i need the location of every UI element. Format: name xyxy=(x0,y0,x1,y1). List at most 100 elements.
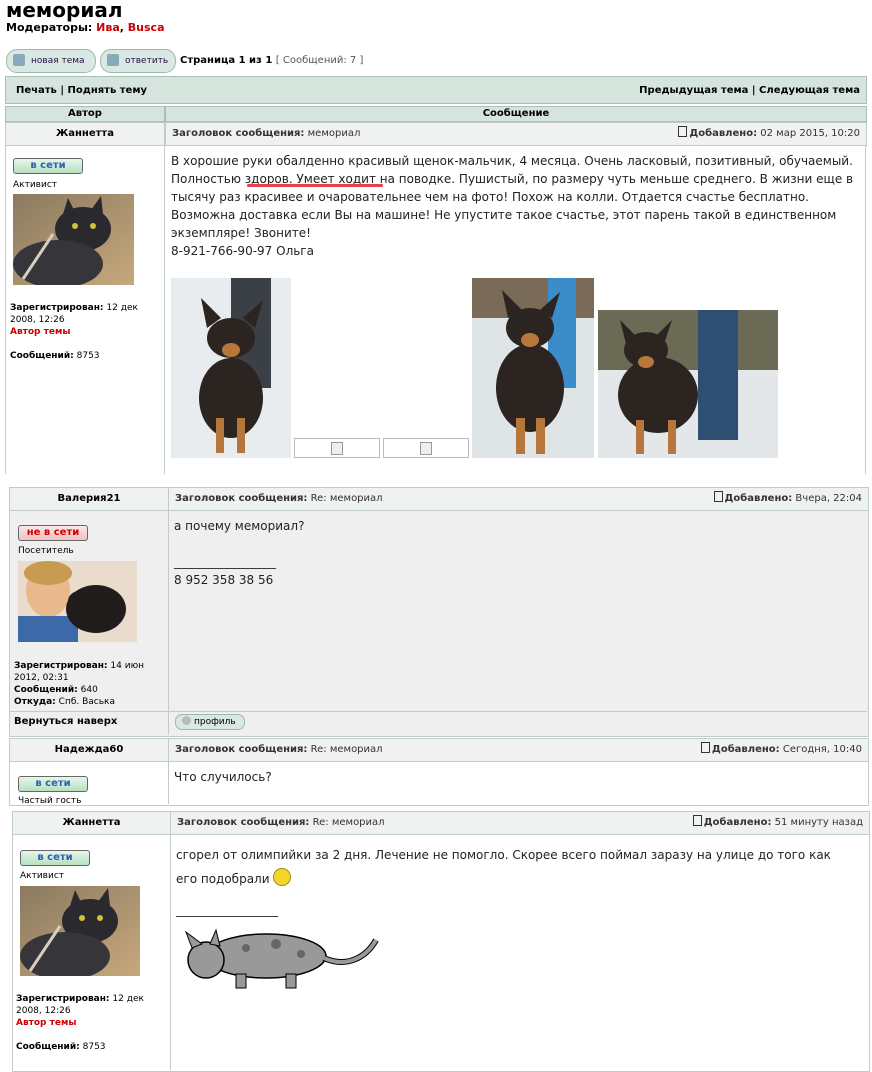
post-date: Добавлено: Сегодня, 10:40 xyxy=(700,739,862,761)
subject-value: Re: мемориал xyxy=(310,744,383,755)
profile-label: профиль xyxy=(194,717,236,727)
prev-topic-link[interactable]: Предыдущая тема xyxy=(639,85,748,96)
user-rank: Активист xyxy=(13,180,58,190)
user-rank: Активист xyxy=(20,871,65,881)
broken-image-2[interactable] xyxy=(383,438,469,458)
post-subject: Заголовок сообщения: Re: мемориал xyxy=(171,817,385,828)
pagination-info: Страница 1 из 1 [ Сообщений: 7 ] xyxy=(180,55,363,66)
user-meta: Зарегистрирован: 12 дек 2008, 12:26 Авто… xyxy=(10,302,160,362)
user-meta: Зарегистрирован: 14 июн 2012, 02:31 Сооб… xyxy=(14,660,164,708)
column-author: Автор xyxy=(5,106,165,122)
post-text: В хорошие руки обалденно красивый щенок-… xyxy=(171,154,854,240)
signature-line: _________________ xyxy=(174,555,276,569)
messages-value: 640 xyxy=(80,685,98,695)
topic-actions-bar: Печать | Поднять тему Предыдущая тема | … xyxy=(5,76,867,104)
subject-value: мемориал xyxy=(307,128,361,139)
avatar xyxy=(20,886,140,980)
dog-photo-2[interactable] xyxy=(472,278,594,458)
date-value: Вчера, 22:04 xyxy=(795,493,862,504)
post-header: Заголовок сообщения: мемориал Добавлено:… xyxy=(165,122,867,146)
post-date: Добавлено: Вчера, 22:04 xyxy=(713,488,862,510)
moderator-sep: , xyxy=(119,21,124,34)
subject-label: Заголовок сообщения: xyxy=(175,744,308,755)
separator: | xyxy=(60,85,65,96)
post-author[interactable]: Валерия21 xyxy=(9,487,169,511)
moderators-label: Модераторы: xyxy=(6,21,93,34)
post-icon[interactable] xyxy=(678,126,688,137)
dog-photo-1[interactable] xyxy=(171,278,291,458)
post-date: Добавлено: 51 минуту назад xyxy=(692,812,863,834)
print-link[interactable]: Печать xyxy=(16,85,57,96)
cat-drawing xyxy=(176,918,382,992)
post-icon[interactable] xyxy=(692,815,702,826)
online-status: в сети xyxy=(18,776,88,792)
topic-author-badge: Автор темы xyxy=(16,1018,77,1028)
moderator-link-1[interactable]: Ива xyxy=(96,21,120,34)
post-body: В хорошие руки обалденно красивый щенок-… xyxy=(171,152,855,260)
back-to-top-link[interactable]: Вернуться наверх xyxy=(14,716,117,727)
subject-label: Заголовок сообщения: xyxy=(177,817,310,828)
user-icon xyxy=(182,716,191,725)
post-text: а почему мемориал? xyxy=(174,519,305,533)
reply-icon xyxy=(107,54,119,66)
signature: 8 952 358 38 56 xyxy=(174,573,274,587)
messages-value: 8753 xyxy=(82,1042,106,1052)
online-status: в сети xyxy=(20,850,90,866)
column-message: Сообщение xyxy=(165,106,867,122)
new-topic-button[interactable]: новая тема xyxy=(6,49,96,73)
subject-value: Re: мемориал xyxy=(310,493,383,504)
post-author[interactable]: Жаннетта xyxy=(12,811,171,835)
broken-image-1[interactable] xyxy=(294,438,380,458)
post-body: а почему мемориал? _________________ 8 9… xyxy=(174,517,854,589)
divider xyxy=(9,711,867,712)
post-icon[interactable] xyxy=(713,491,723,502)
forum-title: мемориал xyxy=(6,0,123,22)
next-topic-link[interactable]: Следующая тема xyxy=(759,85,860,96)
offline-status: не в сети xyxy=(18,525,88,541)
reply-button[interactable]: ответить xyxy=(100,49,176,73)
post-date: Добавлено: 02 мар 2015, 10:20 xyxy=(678,123,860,145)
avatar xyxy=(13,194,134,288)
user-rank: Посетитель xyxy=(18,546,74,556)
registered-label: Зарегистрирован: xyxy=(14,661,108,671)
page-label: Страница 1 из 1 xyxy=(180,55,273,66)
post-phone: 8-921-766-90-97 Ольга xyxy=(171,244,314,258)
reply-label: ответить xyxy=(125,56,169,66)
post-author[interactable]: Надежда60 xyxy=(9,738,169,762)
post-icon[interactable] xyxy=(700,742,710,753)
raise-topic-link[interactable]: Поднять тему xyxy=(68,85,148,96)
post-body: сгорел от олимпийки за 2 дня. Лечение не… xyxy=(176,843,844,891)
user-rank: Частый гость xyxy=(18,796,82,806)
avatar xyxy=(18,561,137,642)
messages-label: Сообщений: xyxy=(14,685,78,695)
profile-button[interactable]: профиль xyxy=(175,714,245,730)
signature-line: _________________ xyxy=(176,903,278,917)
messages-count: [ Сообщений: 7 ] xyxy=(275,55,364,66)
date-value: 51 минуту назад xyxy=(774,817,863,828)
date-value: 02 мар 2015, 10:20 xyxy=(760,128,860,139)
moderator-link-2[interactable]: Busca xyxy=(128,21,165,34)
topic-author-badge: Автор темы xyxy=(10,327,71,337)
new-topic-label: новая тема xyxy=(31,56,85,66)
date-value: Сегодня, 10:40 xyxy=(782,744,862,755)
added-label: Добавлено: xyxy=(724,493,793,504)
new-topic-icon xyxy=(13,54,25,66)
separator: | xyxy=(751,85,756,96)
post-header: Заголовок сообщения: Re: мемориал Добавл… xyxy=(168,487,869,511)
dog-photo-3[interactable] xyxy=(598,310,778,458)
from-label: Откуда: xyxy=(14,697,56,707)
moderators: Модераторы: Ива, Busca xyxy=(6,21,165,34)
post-subject: Заголовок сообщения: Re: мемориал xyxy=(169,493,383,504)
post-author[interactable]: Жаннетта xyxy=(5,122,165,146)
post-header: Заголовок сообщения: Re: мемориал Добавл… xyxy=(170,811,870,835)
subject-label: Заголовок сообщения: xyxy=(172,128,305,139)
registered-label: Зарегистрирован: xyxy=(16,994,110,1004)
added-label: Добавлено: xyxy=(689,128,758,139)
highlight-underline xyxy=(247,184,383,187)
online-status: в сети xyxy=(13,158,83,174)
added-label: Добавлено: xyxy=(703,817,772,828)
user-meta: Зарегистрирован: 12 дек 2008, 12:26 Авто… xyxy=(16,993,166,1053)
added-label: Добавлено: xyxy=(711,744,780,755)
post-subject: Заголовок сообщения: Re: мемориал xyxy=(169,744,383,755)
subject-label: Заголовок сообщения: xyxy=(175,493,308,504)
